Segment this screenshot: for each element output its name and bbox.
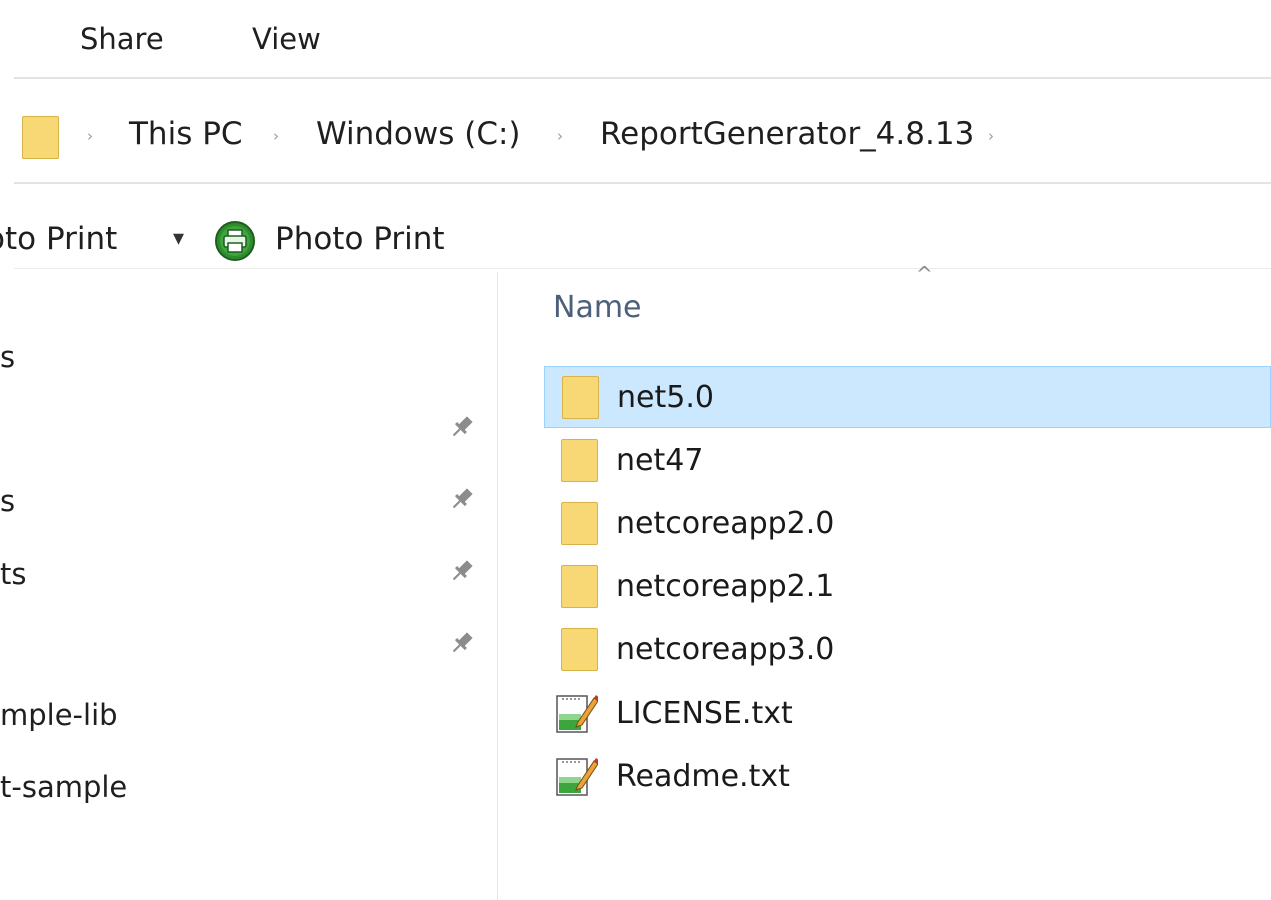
folder-icon bbox=[561, 628, 598, 671]
file-name: netcoreapp3.0 bbox=[616, 632, 835, 667]
file-name: LICENSE.txt bbox=[616, 696, 793, 731]
breadcrumb-separator[interactable]: › bbox=[87, 127, 93, 145]
file-name: net5.0 bbox=[617, 380, 714, 415]
nav-item[interactable]: s bbox=[0, 340, 15, 374]
nav-item[interactable]: mple-lib bbox=[0, 698, 118, 732]
nav-item[interactable]: t-sample bbox=[0, 770, 127, 804]
file-name: Readme.txt bbox=[616, 759, 790, 794]
pin-icon[interactable] bbox=[447, 556, 477, 586]
file-row-netcoreapp2-0[interactable]: netcoreapp2.0 bbox=[544, 493, 1271, 555]
photo-print-dropdown-label[interactable]: oto Print bbox=[0, 221, 117, 257]
file-name: netcoreapp2.1 bbox=[616, 569, 835, 604]
photo-print-button[interactable]: Photo Print bbox=[275, 221, 445, 257]
command-divider bbox=[14, 268, 1271, 269]
folder-icon bbox=[561, 439, 598, 482]
folder-icon bbox=[561, 565, 598, 608]
text-file-icon bbox=[554, 755, 600, 799]
pane-divider[interactable] bbox=[497, 272, 498, 900]
file-name: net47 bbox=[616, 443, 704, 478]
folder-icon bbox=[561, 502, 598, 545]
column-header-name[interactable]: Name bbox=[553, 290, 642, 325]
breadcrumb-windows-c[interactable]: Windows (C:) bbox=[316, 116, 521, 152]
ribbon-divider bbox=[14, 77, 1271, 79]
file-row-net5-0[interactable]: net5.0 bbox=[544, 366, 1271, 428]
ribbon-tab-view[interactable]: View bbox=[252, 22, 321, 56]
file-row-net47[interactable]: net47 bbox=[544, 430, 1271, 492]
file-row-netcoreapp2-1[interactable]: netcoreapp2.1 bbox=[544, 556, 1271, 618]
file-row-readme-txt[interactable]: Readme.txt bbox=[544, 746, 1271, 808]
breadcrumb-this-pc[interactable]: This PC bbox=[129, 116, 243, 152]
sort-ascending-icon: ^ bbox=[916, 262, 933, 286]
print-icon[interactable] bbox=[214, 220, 256, 262]
breadcrumb-separator[interactable]: › bbox=[988, 127, 994, 145]
file-name: netcoreapp2.0 bbox=[616, 506, 835, 541]
text-file-icon bbox=[554, 692, 600, 736]
folder-icon bbox=[562, 376, 599, 419]
pin-icon[interactable] bbox=[447, 484, 477, 514]
breadcrumb-separator[interactable]: › bbox=[273, 127, 279, 145]
breadcrumb-reportgenerator[interactable]: ReportGenerator_4.8.13 bbox=[600, 116, 974, 152]
nav-item[interactable]: s bbox=[0, 484, 15, 518]
address-divider bbox=[14, 182, 1271, 184]
file-row-netcoreapp3-0[interactable]: netcoreapp3.0 bbox=[544, 619, 1271, 681]
nav-item[interactable]: ts bbox=[0, 557, 26, 591]
ribbon-tab-share[interactable]: Share bbox=[80, 22, 164, 56]
pin-icon[interactable] bbox=[447, 412, 477, 442]
dropdown-arrow-icon[interactable]: ▾ bbox=[173, 226, 184, 251]
folder-icon bbox=[22, 116, 59, 159]
breadcrumb-separator[interactable]: › bbox=[557, 127, 563, 145]
pin-icon[interactable] bbox=[447, 628, 477, 658]
file-row-license-txt[interactable]: LICENSE.txt bbox=[544, 683, 1271, 745]
